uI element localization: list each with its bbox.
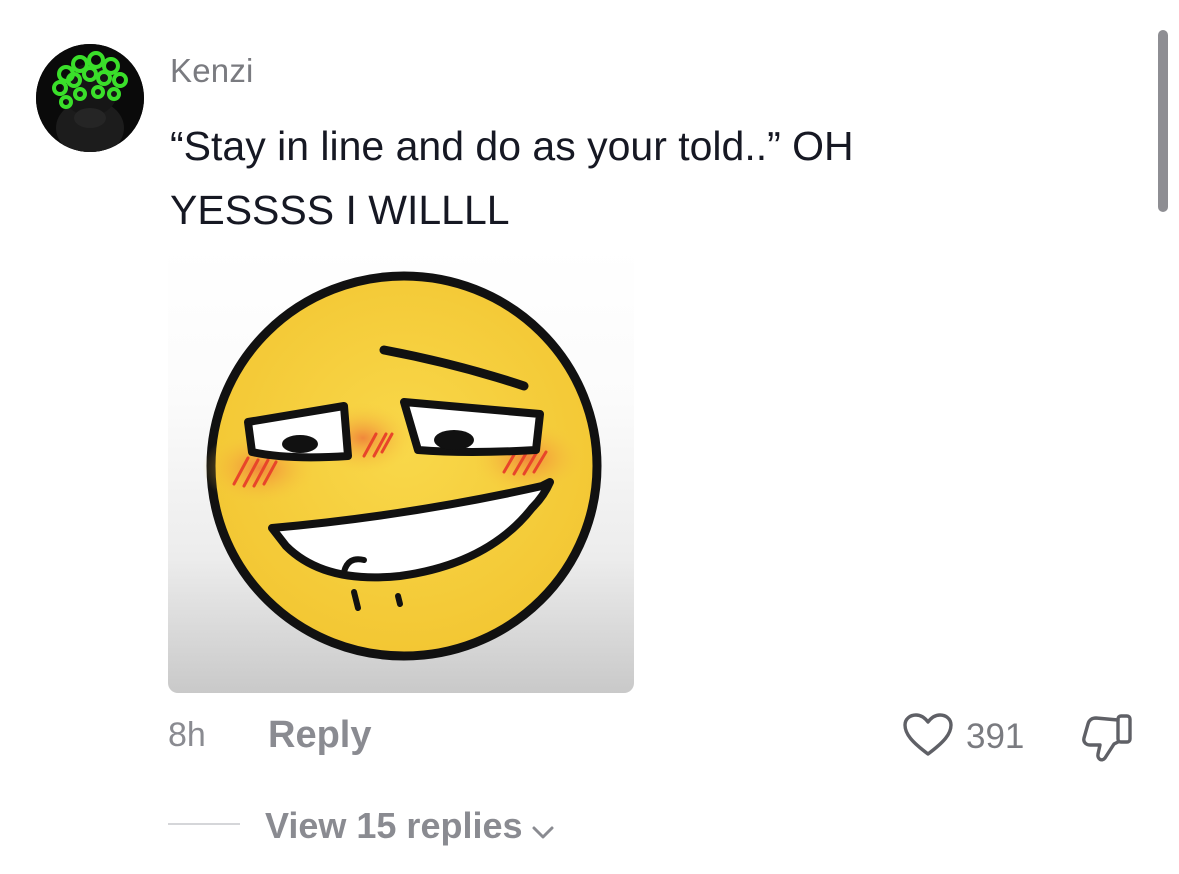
chevron-down-icon[interactable]	[531, 808, 555, 850]
reply-button[interactable]: Reply	[268, 714, 371, 757]
thumbs-down-icon[interactable]	[1080, 712, 1136, 764]
comment-text-line: YESSSS I WILLLL	[170, 187, 510, 233]
comment-timestamp: 8h	[168, 716, 206, 754]
comment-text-line: “Stay in line and do as your told..” OH	[170, 123, 854, 169]
like-count: 391	[966, 717, 1025, 756]
comment-text: “Stay in line and do as your told..” OH …	[170, 114, 1030, 242]
view-replies-button[interactable]: View 15 replies	[265, 802, 555, 850]
view-replies-label[interactable]: View 15 replies	[265, 805, 523, 847]
like-button[interactable]: 391	[902, 712, 1024, 762]
avatar[interactable]	[36, 44, 144, 152]
scrollbar[interactable]	[1158, 30, 1168, 212]
comment-sticker-image[interactable]	[168, 246, 634, 693]
replies-divider	[168, 823, 240, 825]
comment-username[interactable]: Kenzi	[170, 52, 254, 90]
heart-outline-icon[interactable]	[902, 712, 954, 763]
